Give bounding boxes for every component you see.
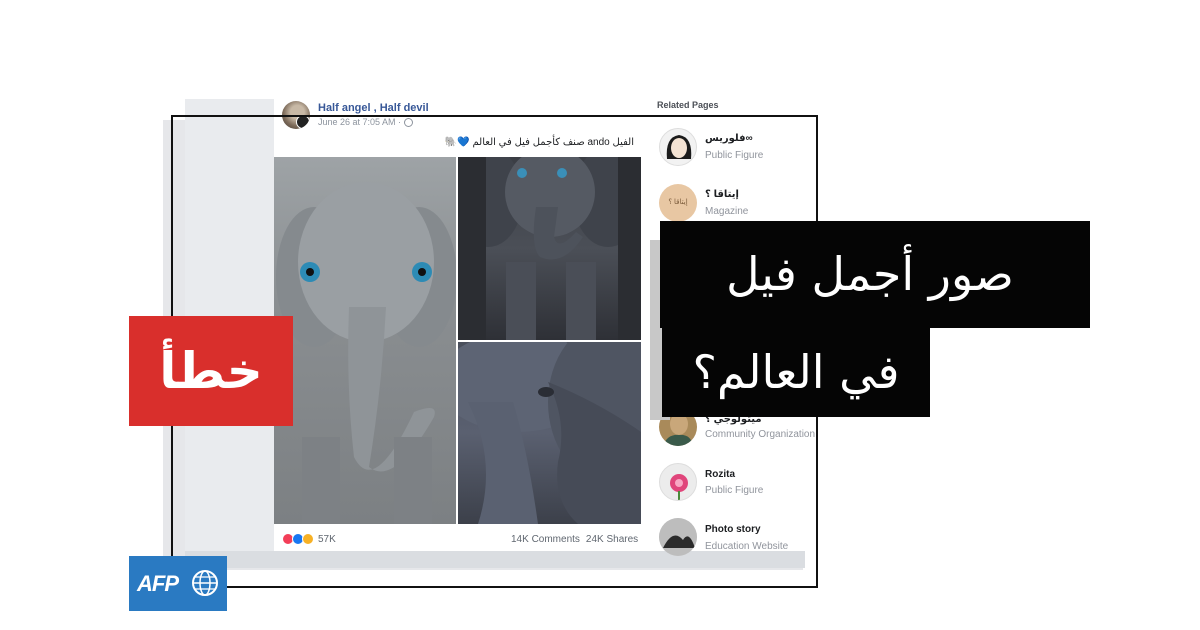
verdict-label: خطأ xyxy=(129,316,293,426)
related-page-name[interactable]: إيتاقا ؟ xyxy=(705,189,739,200)
feed-bottom-bar xyxy=(185,551,805,568)
related-page-avatar[interactable] xyxy=(659,463,697,501)
related-page-category: Magazine xyxy=(705,206,749,217)
baby-elephant-standing-illustration xyxy=(458,157,641,340)
related-page-category: Education Website xyxy=(705,541,789,552)
related-page-category: Public Figure xyxy=(705,485,764,496)
engagement-counts: 14K Comments 24K Shares xyxy=(511,534,638,545)
profile-badge-icon xyxy=(296,115,310,129)
related-page-category: Public Figure xyxy=(705,150,764,161)
afp-logo: AFP xyxy=(129,556,227,611)
post-date: June 26 at 7:05 AM · xyxy=(318,117,402,127)
post-photo-bottom-right[interactable] xyxy=(458,342,641,524)
photo-story-avatar-icon xyxy=(659,518,697,556)
post-photo-main[interactable] xyxy=(274,157,456,524)
baby-elephant-closeup-illustration xyxy=(458,342,641,524)
baby-elephant-front-illustration xyxy=(276,182,456,524)
avatar-text: إيتاقا ؟ xyxy=(668,199,688,206)
comments-link[interactable]: 14K Comments xyxy=(511,534,580,545)
related-page-avatar[interactable] xyxy=(659,128,697,166)
headline-line-1: صور أجمل فيل xyxy=(660,221,1090,328)
reaction-count: 57K xyxy=(318,533,336,545)
globe-icon xyxy=(404,117,414,127)
wow-reaction-icon xyxy=(302,533,314,545)
related-pages-title: Related Pages xyxy=(657,100,719,110)
post-caption: الفيل ando صنف كأجمل فيل في العالم 💙🐘 xyxy=(444,137,634,148)
related-page-category: Community Organization xyxy=(705,429,816,440)
related-page-name[interactable]: Rozita xyxy=(705,469,735,480)
headline-line-2: في العالم؟ xyxy=(662,328,930,417)
poster-avatar[interactable] xyxy=(282,101,310,129)
post-timestamp[interactable]: June 26 at 7:05 AM · xyxy=(318,117,414,127)
post-photo-top-right[interactable] xyxy=(458,157,641,340)
related-page-avatar[interactable]: إيتاقا ؟ xyxy=(659,184,697,222)
globe-icon xyxy=(192,570,218,596)
poster-name[interactable]: Half angel , Half devil xyxy=(318,102,429,114)
reactions-summary[interactable]: 57K xyxy=(282,533,336,545)
related-page-avatar[interactable] xyxy=(659,518,697,556)
related-page-name[interactable]: فلوريس∞ xyxy=(705,133,753,144)
afp-logo-text: AFP xyxy=(137,571,179,596)
shares-link[interactable]: 24K Shares xyxy=(586,534,638,545)
related-page-name[interactable]: Photo story xyxy=(705,524,761,535)
